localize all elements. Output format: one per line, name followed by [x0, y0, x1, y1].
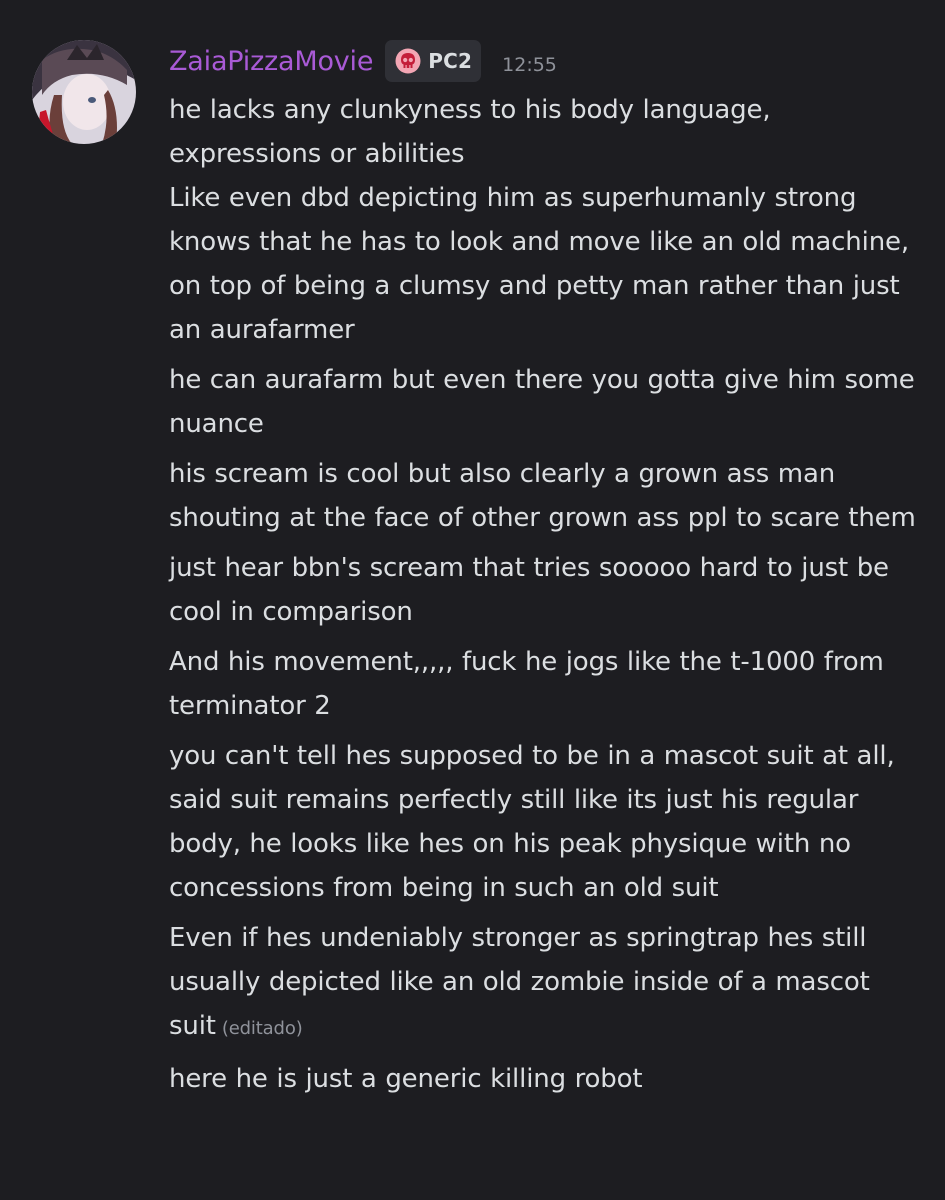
message-text: here he is just a generic killing robot	[169, 1064, 643, 1094]
message-line: here he is just a generic killing robot	[169, 1057, 929, 1101]
message-line: his scream is cool but also clearly a gr…	[169, 452, 929, 540]
avatar-image	[32, 40, 136, 144]
chat-message: ZaiaPizzaMovie PC2 12:55 he lacks any cl…	[0, 0, 945, 1200]
message-content: he lacks any clunkyness to his body lang…	[169, 88, 929, 1107]
avatar[interactable]	[32, 40, 136, 144]
message-text: he can aurafarm but even there you gotta…	[169, 365, 915, 439]
message-text: he lacks any clunkyness to his body lang…	[169, 95, 909, 345]
username[interactable]: ZaiaPizzaMovie	[169, 46, 373, 77]
message-text: his scream is cool but also clearly a gr…	[169, 459, 916, 533]
message-text: just hear bbn's scream that tries sooooo…	[169, 553, 889, 627]
message-line: Even if hes undeniably stronger as sprin…	[169, 916, 929, 1051]
message-line: he can aurafarm but even there you gotta…	[169, 358, 929, 446]
tag-label: PC2	[428, 49, 473, 73]
message-header: ZaiaPizzaMovie PC2 12:55	[169, 38, 557, 84]
message-text: you can't tell hes supposed to be in a m…	[169, 741, 895, 903]
skull-icon	[394, 47, 422, 75]
edited-label: (editado)	[221, 1018, 303, 1039]
message-line: just hear bbn's scream that tries sooooo…	[169, 546, 929, 634]
server-tag[interactable]: PC2	[385, 40, 482, 82]
message-line: he lacks any clunkyness to his body lang…	[169, 88, 929, 352]
timestamp[interactable]: 12:55	[502, 54, 557, 76]
message-line: And his movement,,,,, fuck he jogs like …	[169, 640, 929, 728]
message-line: you can't tell hes supposed to be in a m…	[169, 734, 929, 910]
message-text: And his movement,,,,, fuck he jogs like …	[169, 647, 884, 721]
